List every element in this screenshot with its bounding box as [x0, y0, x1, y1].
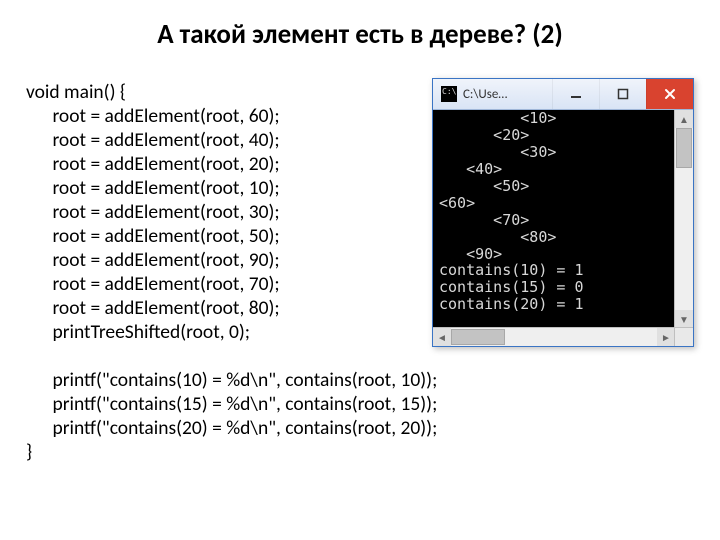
scrollbar-corner	[674, 327, 693, 346]
hscroll-track[interactable]	[451, 328, 657, 346]
vscroll-thumb[interactable]	[676, 128, 692, 168]
scroll-right-arrow-icon[interactable]: ►	[657, 328, 675, 346]
horizontal-scrollbar[interactable]: ◄ ►	[433, 327, 675, 346]
minimize-button[interactable]	[552, 79, 599, 109]
window-titlebar: C:\Use…	[433, 79, 693, 110]
vertical-scrollbar[interactable]: ▲ ▼	[674, 110, 693, 328]
scroll-down-arrow-icon[interactable]: ▼	[675, 310, 693, 328]
console-output: <10> <20> <30> <40> <50> <60> <70> <80> …	[433, 110, 675, 328]
cmd-icon	[441, 86, 457, 102]
vscroll-track[interactable]	[675, 128, 693, 310]
close-button[interactable]	[646, 79, 693, 109]
console-window: C:\Use… <10> <20> <30> <40> <50> <60> <7…	[432, 78, 694, 347]
console-body: <10> <20> <30> <40> <50> <60> <70> <80> …	[433, 110, 693, 346]
titlebar-left: C:\Use…	[433, 79, 552, 109]
slide-title: А такой элемент есть в дереве? (2)	[0, 18, 720, 51]
scroll-left-arrow-icon[interactable]: ◄	[433, 328, 451, 346]
slide: А такой элемент есть в дереве? (2) void …	[0, 0, 720, 540]
maximize-button[interactable]	[599, 79, 646, 109]
scroll-up-arrow-icon[interactable]: ▲	[675, 110, 693, 128]
window-title-text: C:\Use…	[463, 87, 507, 102]
hscroll-thumb[interactable]	[451, 329, 505, 345]
